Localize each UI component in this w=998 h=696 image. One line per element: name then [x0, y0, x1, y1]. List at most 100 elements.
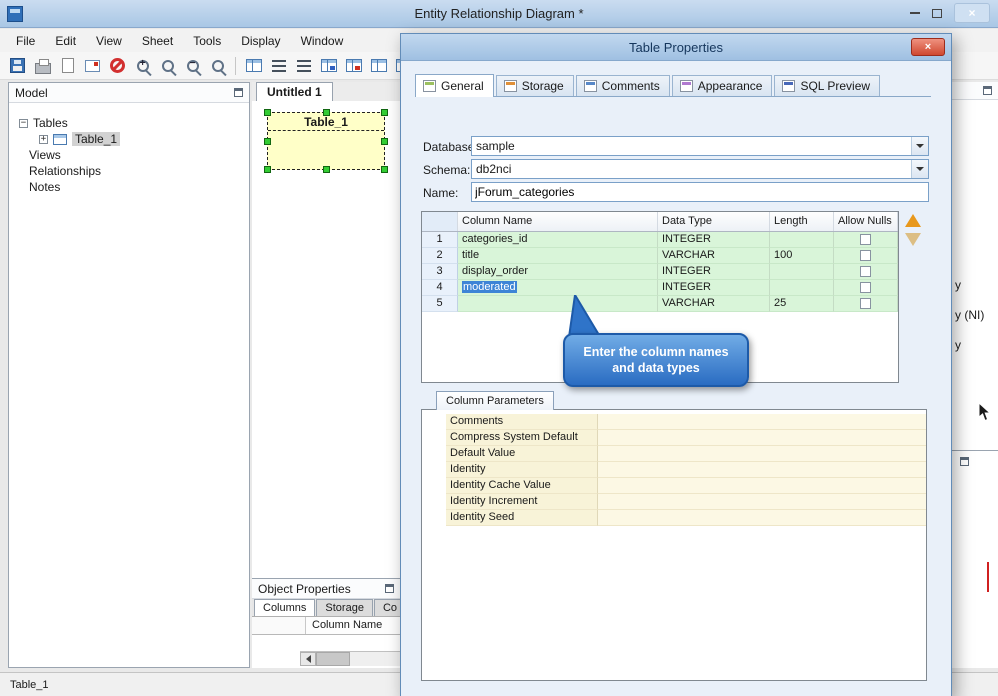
- dropdown-arrow-button[interactable]: [911, 137, 928, 155]
- schema-dropdown[interactable]: db2nci: [471, 159, 929, 179]
- length-cell[interactable]: [770, 280, 834, 296]
- tree-item-table1[interactable]: + Table_1: [39, 131, 249, 147]
- dropdown-arrow-button[interactable]: [911, 160, 928, 178]
- scrollbar-thumb[interactable]: [316, 652, 350, 666]
- tab-untitled1[interactable]: Untitled 1: [256, 82, 333, 101]
- move-column-up-button[interactable]: [905, 214, 921, 227]
- menu-edit[interactable]: Edit: [45, 31, 86, 51]
- stop-button[interactable]: [106, 54, 129, 77]
- tab-columns[interactable]: Columns: [254, 599, 316, 616]
- tab-appearance[interactable]: Appearance: [671, 75, 773, 96]
- maximize-button[interactable]: [932, 8, 942, 18]
- menu-window[interactable]: Window: [291, 31, 354, 51]
- collapse-icon[interactable]: −: [19, 118, 28, 128]
- column-name-cell[interactable]: categories_id: [458, 232, 658, 248]
- tree-item-views[interactable]: Views: [29, 147, 249, 163]
- maximize-icon: [932, 8, 942, 18]
- column-name-cell[interactable]: title: [458, 248, 658, 264]
- resize-handle[interactable]: [381, 166, 388, 173]
- parameter-value-cell[interactable]: [598, 414, 926, 430]
- parameter-value-cell[interactable]: [598, 430, 926, 446]
- resize-handle[interactable]: [264, 138, 271, 145]
- parameter-value-cell[interactable]: [598, 510, 926, 526]
- resize-handle[interactable]: [323, 109, 330, 116]
- parameter-row: Default Value: [446, 446, 926, 462]
- parameter-value-cell[interactable]: [598, 494, 926, 510]
- resize-handle[interactable]: [381, 109, 388, 116]
- resize-handle[interactable]: [381, 138, 388, 145]
- scrollbar-track[interactable]: [350, 652, 400, 666]
- data-type-cell[interactable]: INTEGER: [658, 232, 770, 248]
- tab-column-parameters[interactable]: Column Parameters: [436, 391, 554, 410]
- length-cell[interactable]: [770, 232, 834, 248]
- grid-lines-button[interactable]: [267, 54, 290, 77]
- resize-handle[interactable]: [264, 109, 271, 116]
- allow-nulls-checkbox[interactable]: [860, 234, 871, 245]
- allow-nulls-checkbox[interactable]: [860, 298, 871, 309]
- new-page-button[interactable]: [56, 54, 79, 77]
- parameter-value-cell[interactable]: [598, 478, 926, 494]
- menu-file[interactable]: File: [6, 31, 45, 51]
- tab-sql-preview[interactable]: SQL Preview: [774, 75, 881, 96]
- table-nulls-button[interactable]: [342, 54, 365, 77]
- expand-icon[interactable]: +: [39, 134, 48, 144]
- horizontal-scrollbar[interactable]: [300, 651, 400, 666]
- menu-tools[interactable]: Tools: [183, 31, 231, 51]
- zoom-out-button[interactable]: [181, 54, 204, 77]
- length-cell[interactable]: [770, 264, 834, 280]
- tree-item-relationships[interactable]: Relationships: [29, 163, 249, 179]
- row-lines-button[interactable]: [292, 54, 315, 77]
- tree-item-notes[interactable]: Notes: [29, 179, 249, 195]
- zoom-actual-button[interactable]: [156, 54, 179, 77]
- allow-nulls-checkbox[interactable]: [860, 282, 871, 293]
- allow-nulls-checkbox[interactable]: [860, 266, 871, 277]
- column-name-header: Column Name: [306, 617, 400, 634]
- length-cell[interactable]: 100: [770, 248, 834, 264]
- tab-storage[interactable]: Storage: [316, 599, 373, 616]
- data-type-cell[interactable]: INTEGER: [658, 280, 770, 296]
- parameter-value-cell[interactable]: [598, 446, 926, 462]
- panel-restore-icon[interactable]: [983, 86, 992, 95]
- column-name-cell[interactable]: display_order: [458, 264, 658, 280]
- save-button[interactable]: [6, 54, 29, 77]
- close-button[interactable]: ×: [954, 3, 990, 23]
- length-cell[interactable]: 25: [770, 296, 834, 312]
- data-type-cell[interactable]: VARCHAR: [658, 248, 770, 264]
- resize-handle[interactable]: [264, 166, 271, 173]
- column-name-cell[interactable]: [458, 296, 658, 312]
- menu-display[interactable]: Display: [231, 31, 290, 51]
- panel-restore-icon[interactable]: [234, 88, 243, 97]
- minimize-button[interactable]: [910, 12, 920, 14]
- print-button[interactable]: [31, 54, 54, 77]
- scroll-left-button[interactable]: [300, 652, 316, 666]
- dialog-close-button[interactable]: ×: [911, 38, 945, 56]
- tree-item-tables[interactable]: − Tables: [19, 115, 249, 131]
- column-name-cell-editing[interactable]: moderated: [458, 280, 658, 296]
- table-columns-button[interactable]: [367, 54, 390, 77]
- tab-storage[interactable]: Storage: [495, 75, 574, 96]
- allow-nulls-checkbox[interactable]: [860, 250, 871, 261]
- parameter-row: Identity Seed: [446, 510, 926, 526]
- menu-sheet[interactable]: Sheet: [132, 31, 183, 51]
- data-type-cell[interactable]: INTEGER: [658, 264, 770, 280]
- schema-label: Schema:: [423, 163, 471, 177]
- zoom-fit-button[interactable]: [206, 54, 229, 77]
- tab-general[interactable]: General: [415, 74, 494, 97]
- panel-restore-icon[interactable]: [385, 584, 394, 593]
- name-input[interactable]: [471, 182, 929, 202]
- diagram-table-shape[interactable]: Table_1: [264, 109, 388, 173]
- allow-nulls-cell: [834, 280, 898, 296]
- table-view-button[interactable]: [317, 54, 340, 77]
- parameter-value-cell[interactable]: [598, 462, 926, 478]
- column-name-header: Column Name: [458, 212, 658, 231]
- panel-restore-icon[interactable]: [960, 457, 969, 466]
- export-button[interactable]: [81, 54, 104, 77]
- data-type-cell[interactable]: VARCHAR: [658, 296, 770, 312]
- menu-view[interactable]: View: [86, 31, 132, 51]
- zoom-in-button[interactable]: [131, 54, 154, 77]
- database-dropdown[interactable]: sample: [471, 136, 929, 156]
- tab-comments[interactable]: Comments: [575, 75, 670, 96]
- new-table-button[interactable]: [242, 54, 265, 77]
- resize-handle[interactable]: [323, 166, 330, 173]
- move-column-down-button[interactable]: [905, 233, 921, 246]
